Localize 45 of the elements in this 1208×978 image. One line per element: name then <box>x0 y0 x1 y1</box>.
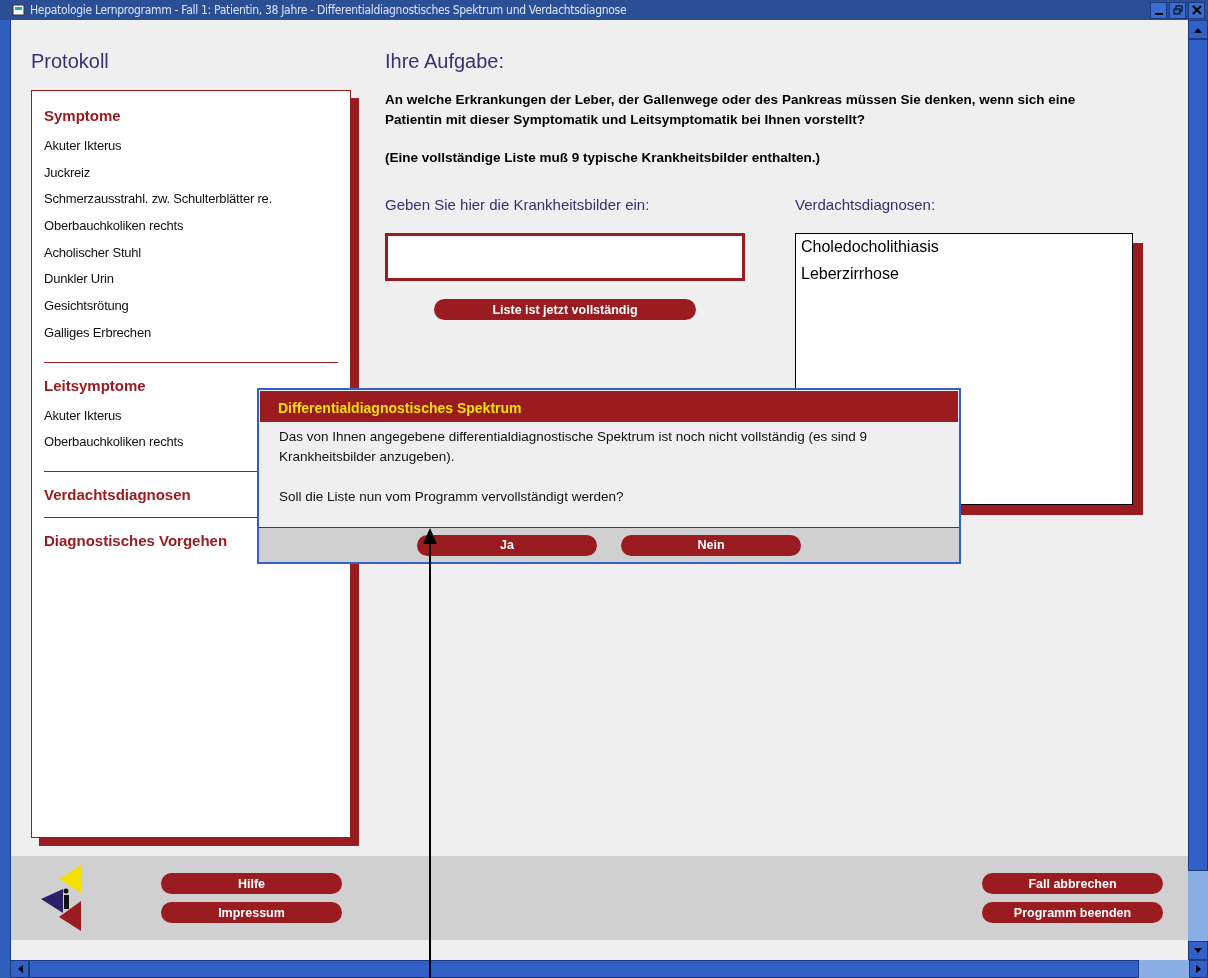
protocol-item: Acholischer Stuhl <box>44 244 142 262</box>
vertical-scrollbar[interactable] <box>1188 20 1208 960</box>
minimize-icon <box>1154 13 1163 15</box>
protocol-item: Schmerzausstrahl. zw. Schulterblätter re. <box>44 191 273 209</box>
footer-button[interactable]: Programm beenden <box>982 902 1163 923</box>
dialog-question: Soll die Liste nun vom Programm vervollständigt werden? <box>279 488 625 506</box>
suspicion-label: Verdachtsdiagnosen: <box>795 196 937 213</box>
footer-button[interactable]: Hilfe <box>161 873 342 894</box>
task-question: An welche Erkrankungen der Leber, der Gallenwege oder des Pankreas müssen Sie denken, wenn sich eine Patientin mit dieser Symptomatik und Leitsymptomatik bei Ihnen vorstellt? <box>385 91 1077 129</box>
footer-button[interactable]: Impressum <box>161 902 342 923</box>
protocol-item: Dunkler Urin <box>44 271 114 289</box>
protocol-item: Oberbauchkoliken rechts <box>44 434 184 452</box>
section-title: Symptome <box>44 107 121 124</box>
dialog-button[interactable]: Nein <box>621 534 801 556</box>
minimize-button[interactable] <box>1150 1 1167 19</box>
list-item[interactable]: Choledocholithiasis <box>801 238 1127 265</box>
horizontal-scrollbar[interactable] <box>10 960 1208 978</box>
input-field[interactable] <box>385 233 745 281</box>
scroll-up-icon[interactable] <box>1193 26 1203 33</box>
protocol-item: Juckreiz <box>44 164 91 182</box>
dialog-button[interactable]: Ja <box>417 534 597 556</box>
scroll-left-icon[interactable] <box>16 964 23 974</box>
task-heading: Ihre Aufgabe: <box>385 50 505 74</box>
scroll-down-icon[interactable] <box>1193 947 1203 954</box>
footer-button[interactable]: Fall abbrechen <box>982 873 1163 894</box>
task-note: (Eine vollständige Liste muß 9 typische Krankheitsbilder enthalten.) <box>385 149 822 167</box>
restore-button[interactable] <box>1169 1 1186 19</box>
list-item[interactable]: Leberzirrhose <box>801 265 1127 292</box>
section-title: Verdachtsdiagnosen <box>44 485 191 503</box>
dialog-title: Differentialdiagnostisches Spektrum <box>260 391 958 422</box>
protocol-heading: Protokoll <box>31 50 110 74</box>
protocol-item: Akuter Ikterus <box>44 407 122 425</box>
protocol-item: Akuter Ikterus <box>44 138 122 155</box>
list-complete-button[interactable]: Liste ist jetzt vollständig <box>434 299 696 320</box>
section-title: Leitsymptome <box>44 376 146 394</box>
section-title: Diagnostisches Vorgehen <box>44 531 228 549</box>
window-title: Hepatologie Lernprogramm - Fall 1: Patientin, 38 Jahre - Differentialdiagnostisches Spektrum und Verdachtsdiagnose <box>30 3 627 17</box>
scroll-right-icon[interactable] <box>1195 964 1202 974</box>
dialog-message: Das von Ihnen angegebene differentialdiagnostische Spektrum ist noch nicht vollständig (es sind 9 Krankheitsbilder anzugeben). <box>279 428 869 466</box>
protocol-item: Oberbauchkoliken rechts <box>44 218 184 236</box>
input-label: Geben Sie hier die Krankheitsbilder ein: <box>385 196 651 213</box>
protocol-item: Gesichtsrötung <box>44 298 129 316</box>
close-button[interactable] <box>1188 1 1205 19</box>
protocol-item: Galliges Erbrechen <box>44 324 151 342</box>
window-icon <box>12 3 26 17</box>
